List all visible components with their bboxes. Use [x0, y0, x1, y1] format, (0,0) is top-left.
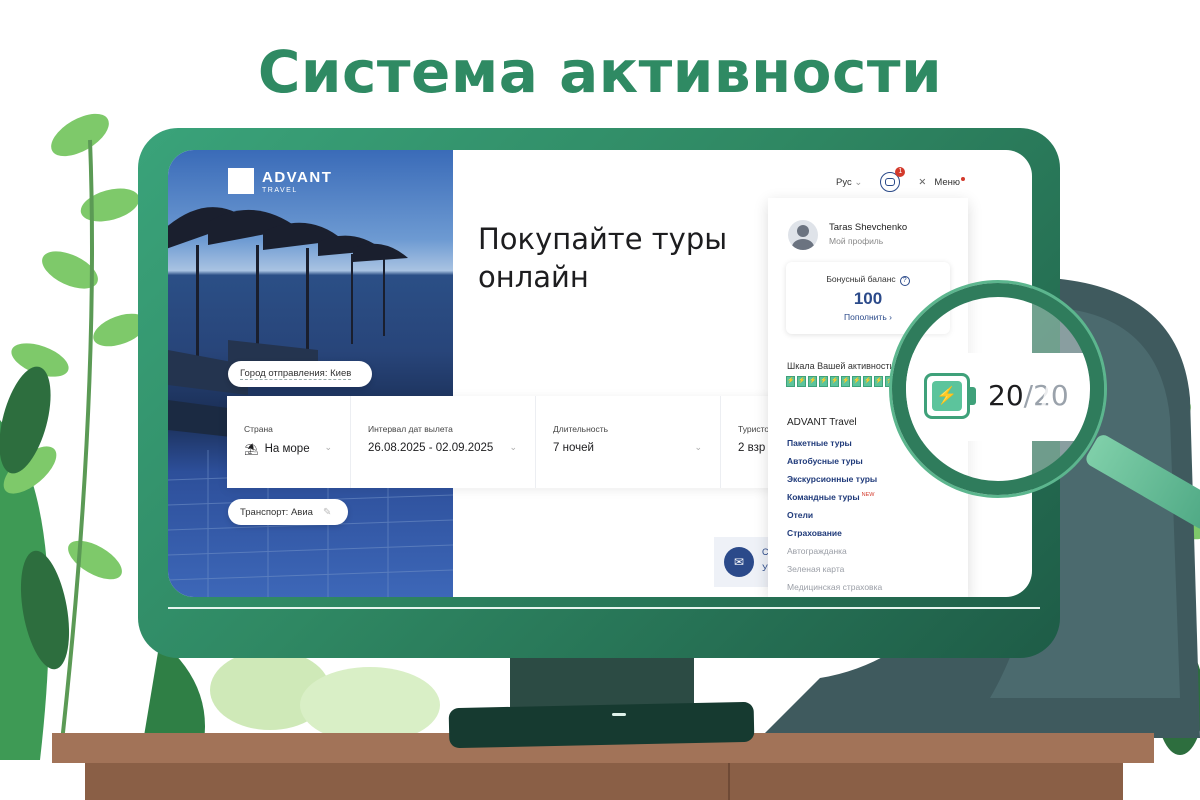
language-selector[interactable]: Рус ⌄ [836, 177, 862, 188]
mail-icon: ✉ [724, 547, 754, 577]
dates-field[interactable]: Интервал дат вылета 26.08.2025 - 02.09.2… [351, 396, 536, 488]
chevron-down-icon: ⌄ [509, 442, 517, 452]
activity-segment-lightning-icon: ⚡ [863, 376, 872, 387]
contact-card[interactable]: ✉ С У [714, 537, 774, 587]
activity-separator: / [1023, 379, 1034, 412]
advant-logo[interactable]: ADVANT TRAVEL [228, 168, 332, 194]
user-name: Taras Shevchenko [829, 222, 908, 233]
menu-item-label: Экскурсионные туры [787, 474, 878, 484]
chevron-down-icon: ⌄ [854, 176, 863, 188]
chat-icon[interactable]: 1 [880, 167, 906, 192]
departure-city-label: Город отправления: Киев [240, 368, 352, 380]
monitor-base-mark [612, 713, 626, 716]
language-label: Рус [836, 176, 852, 188]
menu-item-insurance[interactable]: Страхование [787, 528, 882, 546]
departure-city-selector[interactable]: Город отправления: Киев [228, 361, 372, 387]
logo-sub: TRAVEL [262, 186, 298, 194]
activity-segment-lightning-icon: ⚡ [797, 376, 806, 387]
transport-selector[interactable]: Транспорт: Авиа ✎ [228, 499, 348, 525]
duration-value: 7 ночей [553, 442, 594, 454]
menu-item-label: Автогражданка [787, 546, 847, 556]
contact-line-2: У [762, 563, 768, 573]
palm-umbrella-icon: ⛱ [244, 444, 259, 456]
battery-icon: ⚡ [924, 373, 970, 419]
menu-item-team-tours[interactable]: Командные туры NEW [787, 492, 882, 510]
menu-item-label: Страхование [787, 528, 842, 538]
bonus-value: 100 [853, 289, 883, 308]
chevron-down-icon: ⌄ [694, 442, 702, 452]
pencil-icon: ✎ [322, 506, 332, 518]
menu-item-label: Автобусные туры [787, 456, 863, 466]
activity-segment-lightning-icon: ⚡ [830, 376, 839, 387]
activity-segment-lightning-icon: ⚡ [808, 376, 817, 387]
activity-segment-lightning-icon: ⚡ [874, 376, 883, 387]
menu-item-label: Командные туры [787, 492, 860, 502]
desk-seam [728, 763, 730, 800]
lightning-icon: ⚡ [932, 381, 962, 411]
menu-item-hotels[interactable]: Отели [787, 510, 882, 528]
menu-button[interactable]: ✕ Меню [918, 176, 965, 188]
menu-label: Меню [934, 176, 960, 188]
dates-label: Интервал дат вылета [368, 424, 453, 434]
activity-counter: 20/20 [988, 379, 1069, 412]
activity-segment-lightning-icon: ⚡ [786, 376, 795, 387]
dates-value: 26.08.2025 - 02.09.2025 [368, 442, 494, 454]
zoomed-activity-panel: ⚡ 20/20 [906, 353, 1090, 441]
activity-segment-lightning-icon: ⚡ [841, 376, 850, 387]
top-navigation: Рус ⌄ 1 ✕ Меню [836, 167, 965, 192]
bonus-label: Бонусный баланс [826, 274, 896, 284]
menu-list: Пакетные туры Автобусные туры Экскурсион… [787, 438, 882, 597]
menu-item-auto-liability[interactable]: Автогражданка [787, 546, 882, 564]
battery-tip [970, 387, 976, 405]
tour-search-form: Страна ⛱ На море ⌄ Интервал дат вылета 26… [227, 396, 787, 488]
monitor-bezel-line [168, 607, 1040, 609]
activity-current: 20 [988, 379, 1024, 412]
menu-item-label: Зеленая карта [787, 564, 845, 574]
menu-item-label: Пакетные туры [787, 438, 852, 448]
monitor-base [448, 701, 755, 749]
country-label: Страна [244, 424, 273, 434]
activity-total: 20 [1033, 379, 1069, 412]
new-badge: NEW [861, 492, 875, 498]
avatar[interactable] [788, 220, 818, 250]
question-icon[interactable]: ? [899, 276, 910, 286]
logo-name: ADVANT [262, 168, 333, 186]
menu-item-package-tours[interactable]: Пакетные туры [787, 438, 882, 456]
menu-item-excursion-tours[interactable]: Экскурсионные туры [787, 474, 882, 492]
activity-segment-lightning-icon: ⚡ [819, 376, 828, 387]
menu-section-title: ADVANT Travel [787, 417, 857, 428]
activity-segment-lightning-icon: ⚡ [852, 376, 861, 387]
close-icon: ✕ [918, 176, 927, 188]
duration-label: Длительность [553, 424, 609, 434]
menu-indicator-dot [961, 176, 965, 181]
country-field[interactable]: Страна ⛱ На море ⌄ [227, 396, 351, 488]
activity-scale-label: Шкала Вашей активности [787, 361, 895, 371]
menu-item-label: Отели [787, 510, 814, 520]
duration-field[interactable]: Длительность 7 ночей ⌄ [536, 396, 721, 488]
menu-item-medical-insurance[interactable]: Медицинская страховка [787, 582, 882, 597]
chevron-down-icon: ⌄ [324, 442, 332, 452]
magnifier-lens: ⚡ 20/20 [892, 283, 1104, 495]
country-value: На море [264, 443, 310, 455]
desk-body [85, 763, 1123, 800]
logo-mark-icon [228, 168, 254, 194]
hero-title: Покупайте туры онлайн [478, 222, 728, 294]
notification-badge: 1 [895, 167, 906, 177]
menu-item-label: Медицинская страховка [787, 582, 883, 592]
transport-label: Транспорт: Авиа [240, 506, 313, 518]
menu-item-green-card[interactable]: Зеленая карта [787, 564, 882, 582]
menu-item-bus-tours[interactable]: Автобусные туры [787, 456, 882, 474]
my-profile-link[interactable]: Мой профиль [829, 236, 883, 246]
